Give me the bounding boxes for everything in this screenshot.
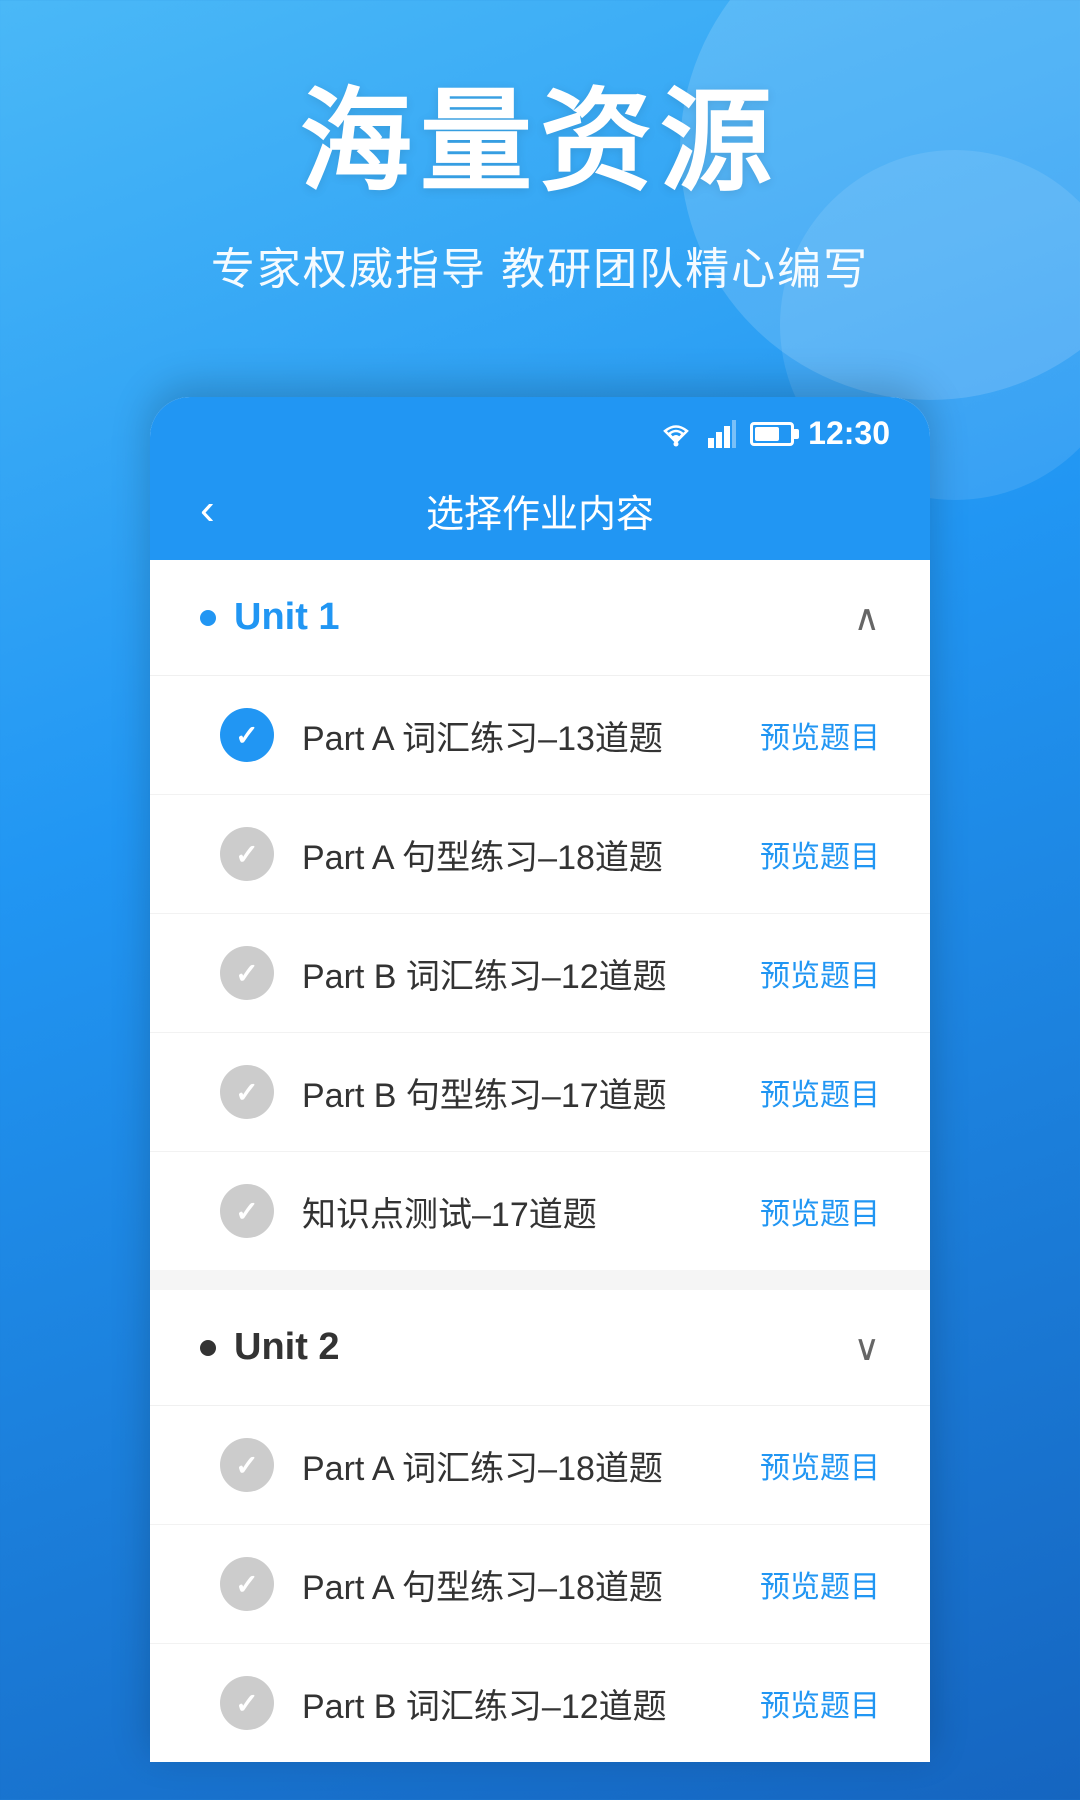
exercise-name: Part B 词汇练习–12道题 — [302, 1679, 732, 1728]
unit-2-exercise-list: ✓ Part A 词汇练习–18道题 预览题目 ✓ Part A 句型练习–18… — [150, 1406, 930, 1762]
exercise-name: Part A 词汇练习–18道题 — [302, 1441, 732, 1490]
exercise-name: Part A 句型练习–18道题 — [302, 830, 732, 879]
preview-button[interactable]: 预览题目 — [760, 951, 880, 995]
list-item: ✓ Part B 词汇练习–12道题 预览题目 — [150, 914, 930, 1033]
check-icon-checked[interactable]: ✓ — [220, 708, 274, 762]
exercise-name: Part B 句型练习–17道题 — [302, 1068, 732, 1117]
wifi-icon — [658, 420, 694, 448]
preview-button[interactable]: 预览题目 — [760, 1443, 880, 1487]
unit-1-dot — [200, 610, 216, 626]
unit-2-label: Unit 2 — [200, 1326, 340, 1369]
back-button[interactable]: ‹ — [200, 488, 215, 532]
check-icon-unchecked[interactable]: ✓ — [220, 946, 274, 1000]
preview-button[interactable]: 预览题目 — [760, 1681, 880, 1725]
check-icon-unchecked[interactable]: ✓ — [220, 1184, 274, 1238]
unit-1-exercise-list: ✓ Part A 词汇练习–13道题 预览题目 ✓ Part A 句型练习–18… — [150, 676, 930, 1270]
unit-1-label: Unit 1 — [200, 596, 340, 639]
check-icon-unchecked[interactable]: ✓ — [220, 1065, 274, 1119]
status-icons: 12:30 — [658, 415, 890, 452]
preview-button[interactable]: 预览题目 — [760, 1070, 880, 1114]
list-item: ✓ Part A 句型练习–18道题 预览题目 — [150, 795, 930, 914]
exercise-name: Part A 句型练习–18道题 — [302, 1560, 732, 1609]
list-item: ✓ Part A 词汇练习–18道题 预览题目 — [150, 1406, 930, 1525]
battery-icon — [750, 422, 794, 446]
list-item: ✓ Part A 词汇练习–13道题 预览题目 — [150, 676, 930, 795]
unit-2-section: Unit 2 ∨ ✓ Part A 词汇练习–18道题 预览题目 ✓ Part … — [150, 1290, 930, 1762]
check-icon-unchecked[interactable]: ✓ — [220, 1438, 274, 1492]
battery-fill — [755, 427, 779, 441]
hero-subtitle: 专家权威指导 教研团队精心编写 — [60, 233, 1020, 297]
exercise-name: Part B 词汇练习–12道题 — [302, 949, 732, 998]
unit-1-header[interactable]: Unit 1 ∧ — [150, 560, 930, 676]
section-divider — [150, 1270, 930, 1290]
unit-2-dot — [200, 1340, 216, 1356]
unit-1-chevron[interactable]: ∧ — [854, 597, 880, 639]
list-item: ✓ Part B 词汇练习–12道题 预览题目 — [150, 1644, 930, 1762]
preview-button[interactable]: 预览题目 — [760, 832, 880, 876]
unit-1-section: Unit 1 ∧ ✓ Part A 词汇练习–13道题 预览题目 ✓ Part … — [150, 560, 930, 1270]
phone-mockup: 12:30 ‹ 选择作业内容 Unit 1 ∧ ✓ Part A 词 — [150, 397, 930, 1762]
exercise-name: Part A 词汇练习–13道题 — [302, 711, 732, 760]
hero-section: 海量资源 专家权威指导 教研团队精心编写 — [0, 0, 1080, 357]
preview-button[interactable]: 预览题目 — [760, 1562, 880, 1606]
nav-title: 选择作业内容 — [426, 483, 654, 538]
list-item: ✓ Part A 句型练习–18道题 预览题目 — [150, 1525, 930, 1644]
status-time: 12:30 — [808, 415, 890, 452]
preview-button[interactable]: 预览题目 — [760, 1189, 880, 1233]
status-bar: 12:30 — [150, 397, 930, 464]
exercise-name: 知识点测试–17道题 — [302, 1187, 732, 1236]
check-icon-unchecked[interactable]: ✓ — [220, 1676, 274, 1730]
unit-2-header[interactable]: Unit 2 ∨ — [150, 1290, 930, 1406]
check-icon-unchecked[interactable]: ✓ — [220, 827, 274, 881]
list-item: ✓ 知识点测试–17道题 预览题目 — [150, 1152, 930, 1270]
check-icon-unchecked[interactable]: ✓ — [220, 1557, 274, 1611]
hero-title: 海量资源 — [60, 80, 1020, 203]
content-area: Unit 1 ∧ ✓ Part A 词汇练习–13道题 预览题目 ✓ Part … — [150, 560, 930, 1762]
unit-2-chevron[interactable]: ∨ — [854, 1327, 880, 1369]
list-item: ✓ Part B 句型练习–17道题 预览题目 — [150, 1033, 930, 1152]
nav-bar: ‹ 选择作业内容 — [150, 464, 930, 560]
preview-button[interactable]: 预览题目 — [760, 713, 880, 757]
signal-icon — [708, 420, 736, 448]
